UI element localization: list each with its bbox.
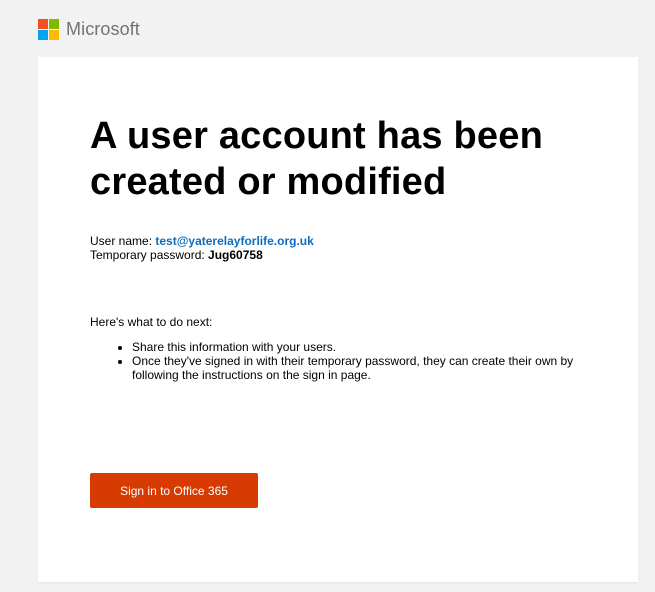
page-title: A user account has been created or modif… xyxy=(90,115,543,203)
microsoft-logo-icon xyxy=(38,19,59,40)
credentials-block: User name: test@yaterelayforlife.org.uk … xyxy=(90,234,314,262)
sign-in-button[interactable]: Sign in to Office 365 xyxy=(90,473,258,508)
username-link[interactable]: test@yaterelayforlife.org.uk xyxy=(155,234,313,248)
microsoft-header: Microsoft xyxy=(38,19,140,40)
username-label: User name: xyxy=(90,234,156,248)
email-page: Microsoft A user account has been create… xyxy=(0,0,655,592)
logo-red-square xyxy=(38,19,48,29)
list-item: Once they've signed in with their tempor… xyxy=(132,354,582,382)
logo-blue-square xyxy=(38,30,48,40)
brand-name: Microsoft xyxy=(66,19,140,39)
password-row: Temporary password: Jug60758 xyxy=(90,248,314,262)
logo-green-square xyxy=(49,19,59,29)
list-item: Share this information with your users. xyxy=(132,340,582,354)
logo-yellow-square xyxy=(49,30,59,40)
email-card: A user account has been created or modif… xyxy=(38,57,638,582)
username-row: User name: test@yaterelayforlife.org.uk xyxy=(90,234,314,248)
next-steps-title: Here's what to do next: xyxy=(90,315,213,329)
next-steps-list: Share this information with your users. … xyxy=(90,340,582,382)
password-value: Jug60758 xyxy=(208,248,263,262)
password-label: Temporary password: xyxy=(90,248,209,262)
